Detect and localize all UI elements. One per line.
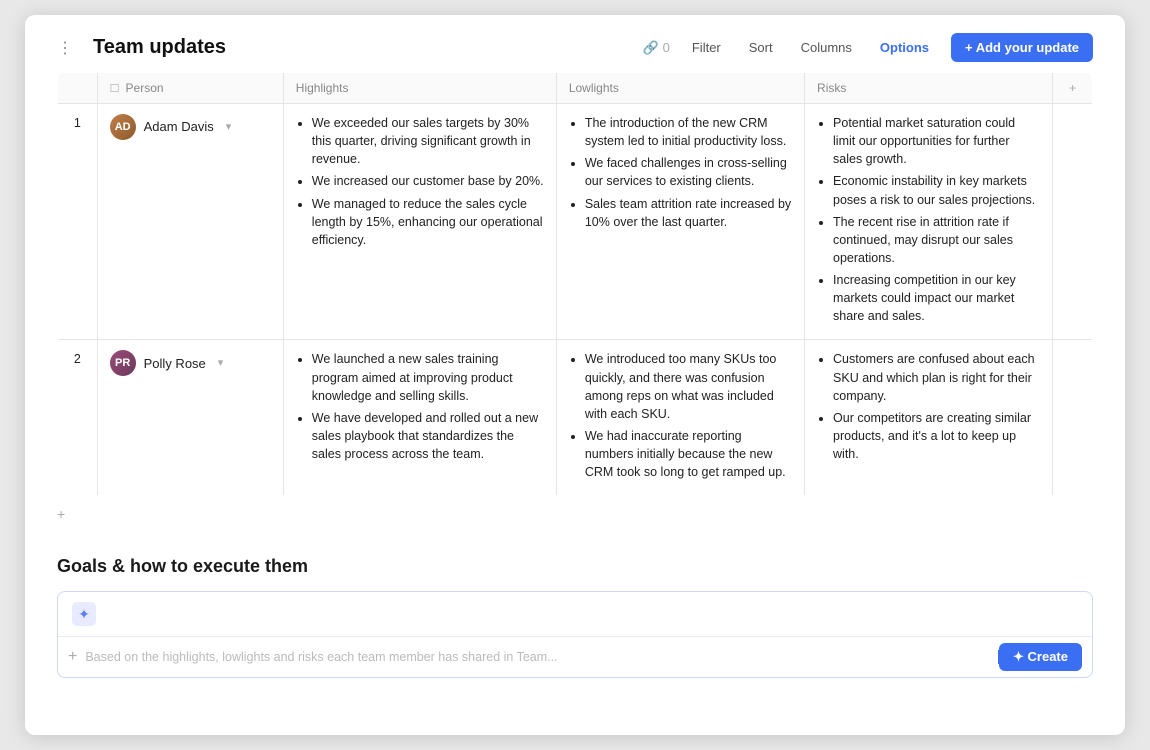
link-badge: 🔗 0: [642, 40, 669, 56]
page-title: Team updates: [93, 36, 626, 59]
list-item: The recent rise in attrition rate if con…: [833, 213, 1040, 267]
row-number: 1: [58, 104, 98, 340]
list-item: We introduced too many SKUs too quickly,…: [585, 350, 792, 423]
list-item: Economic instability in key markets pose…: [833, 172, 1040, 208]
col-num: [58, 73, 98, 104]
updates-table: ☐ Person Highlights Lowlights Risks + 1A…: [57, 72, 1093, 496]
toolbar: Filter Sort Columns Options + Add your u…: [686, 33, 1093, 62]
table-row: 1 AD Adam Davis ▾ We exceeded our sales targ…: [58, 104, 1093, 340]
avatar: AD: [110, 114, 136, 140]
filter-button[interactable]: Filter: [686, 36, 727, 59]
columns-button[interactable]: Columns: [795, 36, 858, 59]
ai-plus-icon: +: [68, 648, 77, 666]
list-item: Increasing competition in our key market…: [833, 271, 1040, 325]
list-item: Customers are confused about each SKU an…: [833, 350, 1040, 404]
table-body: 1 AD Adam Davis ▾ We exceeded our sales targ…: [58, 104, 1093, 496]
page-content: ⋮ Team updates 🔗 0 Filter Sort Columns O…: [25, 15, 1125, 735]
list-item: We exceeded our sales targets by 30% thi…: [312, 114, 544, 168]
empty-cell: [1053, 104, 1093, 340]
col-person-label: Person: [126, 81, 164, 95]
add-row-button[interactable]: +: [25, 496, 1125, 532]
list-item: We increased our customer base by 20%.: [312, 172, 544, 190]
lowlights-cell: The introduction of the new CRM system l…: [556, 104, 804, 340]
create-button[interactable]: ✦ Create: [999, 643, 1082, 671]
ai-placeholder-text: Based on the highlights, lowlights and r…: [85, 650, 997, 664]
chevron-down-icon[interactable]: ▾: [226, 119, 232, 136]
col-header-person: ☐ Person: [97, 73, 283, 104]
table-header: ☐ Person Highlights Lowlights Risks +: [58, 73, 1093, 104]
person-cell[interactable]: AD Adam Davis ▾: [97, 104, 283, 340]
risks-cell: Customers are confused about each SKU an…: [805, 340, 1053, 496]
col-header-risks: Risks: [805, 73, 1053, 104]
list-item: We launched a new sales training program…: [312, 350, 544, 404]
add-update-button[interactable]: + Add your update: [951, 33, 1093, 62]
list-item: The introduction of the new CRM system l…: [585, 114, 792, 150]
ai-sparkle-icon: ✦: [72, 602, 96, 626]
list-item: Our competitors are creating similar pro…: [833, 409, 1040, 463]
list-item: We had inaccurate reporting numbers init…: [585, 427, 792, 481]
table-container: ☐ Person Highlights Lowlights Risks + 1A…: [25, 72, 1125, 496]
link-count: 0: [663, 40, 670, 55]
avatar: PR: [110, 350, 136, 376]
sort-button[interactable]: Sort: [743, 36, 779, 59]
goals-title: Goals & how to execute them: [57, 556, 1093, 577]
list-item: We faced challenges in cross-selling our…: [585, 154, 792, 190]
ai-input-header: ✦: [58, 592, 1092, 637]
highlights-cell: We launched a new sales training program…: [283, 340, 556, 496]
risks-cell: Potential market saturation could limit …: [805, 104, 1053, 340]
lowlights-cell: We introduced too many SKUs too quickly,…: [556, 340, 804, 496]
person-name: Polly Rose: [144, 354, 206, 374]
list-item: We managed to reduce the sales cycle len…: [312, 195, 544, 249]
ai-input-wrap: ✦ + Based on the highlights, lowlights a…: [57, 591, 1093, 678]
list-item: We have developed and rolled out a new s…: [312, 409, 544, 463]
menu-dots-icon[interactable]: ⋮: [57, 38, 73, 58]
list-item: Potential market saturation could limit …: [833, 114, 1040, 168]
person-name: Adam Davis: [144, 117, 214, 137]
col-add[interactable]: +: [1053, 73, 1093, 104]
main-window: ⋮ Team updates 🔗 0 Filter Sort Columns O…: [25, 15, 1125, 735]
table-row: 2 PR Polly Rose ▾ We launched a new sales tr…: [58, 340, 1093, 496]
col-header-lowlights: Lowlights: [556, 73, 804, 104]
checkbox-icon: ☐: [110, 82, 120, 95]
person-cell[interactable]: PR Polly Rose ▾: [97, 340, 283, 496]
highlights-cell: We exceeded our sales targets by 30% thi…: [283, 104, 556, 340]
options-button[interactable]: Options: [874, 36, 935, 59]
link-icon: 🔗: [642, 40, 658, 56]
chevron-down-icon[interactable]: ▾: [218, 355, 224, 372]
row-number: 2: [58, 340, 98, 496]
list-item: Sales team attrition rate increased by 1…: [585, 195, 792, 231]
ai-input-footer[interactable]: + Based on the highlights, lowlights and…: [58, 637, 1092, 677]
goals-section: Goals & how to execute them ✦ + Based on…: [25, 532, 1125, 678]
col-header-highlights: Highlights: [283, 73, 556, 104]
page-header: ⋮ Team updates 🔗 0 Filter Sort Columns O…: [25, 15, 1125, 72]
empty-cell: [1053, 340, 1093, 496]
